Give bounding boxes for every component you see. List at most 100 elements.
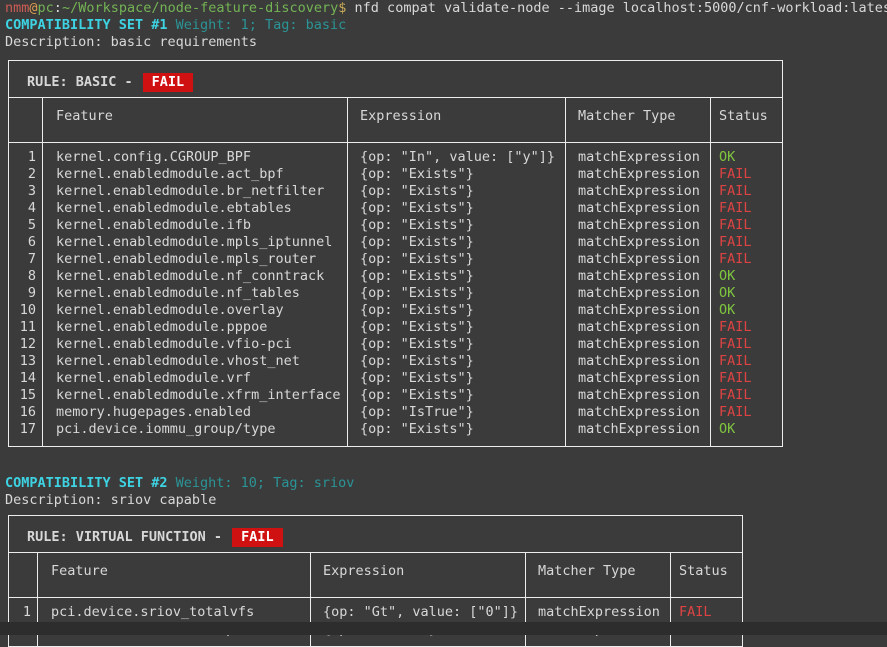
feature-cell: pci.device.sriov_totalvfs bbox=[38, 598, 311, 622]
table-row: 14kernel.enabledmodule.vrf{op: "Exists"}… bbox=[9, 370, 783, 387]
feature-cell: kernel.enabledmodule.vfio-pci bbox=[43, 336, 348, 353]
feature-cell: kernel.enabledmodule.ifb bbox=[43, 217, 348, 234]
status-cell: FAIL bbox=[671, 598, 743, 622]
status-cell: FAIL bbox=[711, 404, 783, 421]
section-heading: COMPATIBILITY SET #1Weight: 1; Tag: basi… bbox=[0, 17, 887, 34]
feature-cell: kernel.enabledmodule.vrf bbox=[43, 370, 348, 387]
status-cell: FAIL bbox=[711, 217, 783, 234]
feature-cell: kernel.enabledmodule.xfrm_interface bbox=[43, 387, 348, 404]
column-header-expression: Expression bbox=[311, 553, 526, 598]
status-cell: FAIL bbox=[711, 234, 783, 251]
status-cell: FAIL bbox=[711, 387, 783, 404]
expr-cell: {op: "Gt", value: ["0"]} bbox=[311, 598, 526, 622]
table-row: 6kernel.enabledmodule.mpls_iptunnel{op: … bbox=[9, 234, 783, 251]
expr-cell: {op: "Exists"} bbox=[348, 183, 566, 200]
matcher-cell: matchExpression bbox=[566, 166, 711, 183]
prompt-colon: : bbox=[54, 0, 62, 16]
expr-cell: {op: "Exists"} bbox=[348, 302, 566, 319]
expr-cell: {op: "Exists"} bbox=[348, 421, 566, 447]
table-body: 1kernel.config.CGROUP_BPF{op: "In", valu… bbox=[9, 143, 783, 447]
status-cell: FAIL bbox=[711, 183, 783, 200]
num-cell: 11 bbox=[9, 319, 43, 336]
prompt-line: nmm@pc:~/Workspace/node-feature-discover… bbox=[0, 0, 887, 17]
table-row: 3kernel.enabledmodule.br_netfilter{op: "… bbox=[9, 183, 783, 200]
matcher-cell: matchExpression bbox=[566, 302, 711, 319]
matcher-cell: matchExpression bbox=[566, 143, 711, 167]
feature-cell: kernel.enabledmodule.act_bpf bbox=[43, 166, 348, 183]
matcher-cell: matchExpression bbox=[566, 404, 711, 421]
column-header-feature: Feature bbox=[43, 98, 348, 143]
status-cell: FAIL bbox=[711, 336, 783, 353]
expr-cell: {op: "Exists"} bbox=[348, 353, 566, 370]
feature-cell: kernel.enabledmodule.nf_conntrack bbox=[43, 268, 348, 285]
column-header-row: Feature Expression Matcher Type Status bbox=[9, 553, 743, 598]
status-cell: OK bbox=[711, 268, 783, 285]
feature-cell: kernel.enabledmodule.overlay bbox=[43, 302, 348, 319]
table-row: 5kernel.enabledmodule.ifb{op: "Exists"}m… bbox=[9, 217, 783, 234]
rule-status-badge: FAIL bbox=[143, 73, 194, 92]
matcher-cell: matchExpression bbox=[566, 183, 711, 200]
rule-header-cell: RULE: BASIC -FAIL bbox=[9, 61, 783, 98]
prompt-host: pc bbox=[38, 0, 54, 16]
matcher-cell: matchExpression bbox=[566, 217, 711, 234]
table-row: 17pci.device.iommu_group/type{op: "Exist… bbox=[9, 421, 783, 447]
column-header-matcher-type: Matcher Type bbox=[566, 98, 711, 143]
table-row: 16memory.hugepages.enabled{op: "IsTrue"}… bbox=[9, 404, 783, 421]
expr-cell: {op: "Exists"} bbox=[348, 319, 566, 336]
matcher-cell: matchExpression bbox=[566, 251, 711, 268]
num-cell: 15 bbox=[9, 387, 43, 404]
table-row: 7kernel.enabledmodule.mpls_router{op: "E… bbox=[9, 251, 783, 268]
section-title: COMPATIBILITY SET #2 bbox=[5, 475, 168, 491]
feature-cell: kernel.enabledmodule.ebtables bbox=[43, 200, 348, 217]
feature-cell: kernel.enabledmodule.nf_tables bbox=[43, 285, 348, 302]
column-header-status: Status bbox=[671, 553, 743, 598]
table-row: 10kernel.enabledmodule.overlay{op: "Exis… bbox=[9, 302, 783, 319]
expr-cell: {op: "Exists"} bbox=[348, 166, 566, 183]
feature-cell: kernel.enabledmodule.vhost_net bbox=[43, 353, 348, 370]
expr-cell: {op: "Exists"} bbox=[348, 370, 566, 387]
matcher-cell: matchExpression bbox=[566, 319, 711, 336]
section-description: Description: sriov capable bbox=[0, 492, 887, 509]
matcher-cell: matchExpression bbox=[566, 234, 711, 251]
expr-cell: {op: "Exists"} bbox=[348, 234, 566, 251]
num-cell: 9 bbox=[9, 285, 43, 302]
column-header-index bbox=[9, 553, 38, 598]
section-title: COMPATIBILITY SET #1 bbox=[5, 17, 168, 33]
feature-cell: kernel.enabledmodule.br_netfilter bbox=[43, 183, 348, 200]
rule-table-basic: RULE: BASIC -FAIL Feature Expression Mat… bbox=[8, 60, 783, 447]
status-cell: OK bbox=[711, 302, 783, 319]
num-cell: 12 bbox=[9, 336, 43, 353]
prompt-user: nmm bbox=[5, 0, 29, 16]
terminal-bottom-edge bbox=[0, 622, 887, 635]
num-cell: 16 bbox=[9, 404, 43, 421]
matcher-cell: matchExpression bbox=[566, 421, 711, 447]
rule-status-badge: FAIL bbox=[232, 528, 283, 547]
feature-cell: kernel.config.CGROUP_BPF bbox=[43, 143, 348, 167]
expr-cell: {op: "IsTrue"} bbox=[348, 404, 566, 421]
num-cell: 5 bbox=[9, 217, 43, 234]
prompt-path: ~/Workspace/node-feature-discovery bbox=[62, 0, 338, 16]
expr-cell: {op: "Exists"} bbox=[348, 251, 566, 268]
table-row: 11kernel.enabledmodule.pppoe{op: "Exists… bbox=[9, 319, 783, 336]
num-cell: 17 bbox=[9, 421, 43, 447]
status-cell: FAIL bbox=[711, 370, 783, 387]
expr-cell: {op: "In", value: ["y"]} bbox=[348, 143, 566, 167]
prompt-command: nfd compat validate-node --image localho… bbox=[346, 0, 887, 16]
status-cell: FAIL bbox=[711, 353, 783, 370]
num-cell: 13 bbox=[9, 353, 43, 370]
terminal-window[interactable]: nmm@pc:~/Workspace/node-feature-discover… bbox=[0, 0, 887, 635]
matcher-cell: matchExpression bbox=[566, 285, 711, 302]
num-cell: 2 bbox=[9, 166, 43, 183]
num-cell: 4 bbox=[9, 200, 43, 217]
matcher-cell: matchExpression bbox=[566, 353, 711, 370]
matcher-cell: matchExpression bbox=[566, 268, 711, 285]
matcher-cell: matchExpression bbox=[526, 598, 671, 622]
status-cell: FAIL bbox=[711, 251, 783, 268]
matcher-cell: matchExpression bbox=[566, 387, 711, 404]
status-cell: OK bbox=[711, 285, 783, 302]
table-row: 8kernel.enabledmodule.nf_conntrack{op: "… bbox=[9, 268, 783, 285]
num-cell: 1 bbox=[9, 598, 38, 622]
status-cell: FAIL bbox=[711, 319, 783, 336]
feature-cell: kernel.enabledmodule.pppoe bbox=[43, 319, 348, 336]
rule-header-cell: RULE: VIRTUAL FUNCTION -FAIL bbox=[9, 516, 743, 553]
